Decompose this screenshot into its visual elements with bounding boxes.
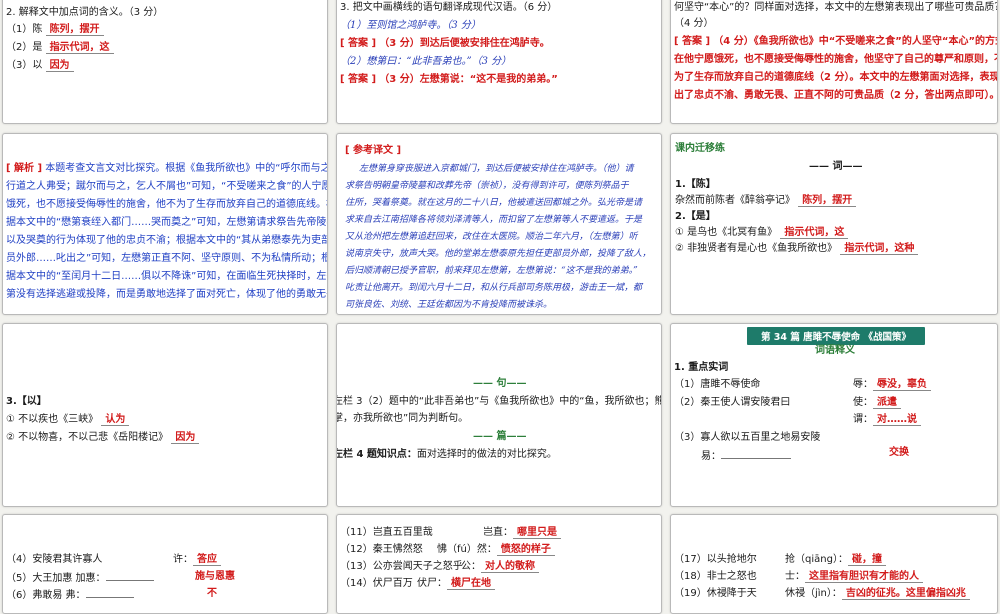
entry-heading: 1.【陈】 (675, 179, 716, 190)
answer: 交换 (889, 447, 909, 458)
vocab-row: （6）弗敢易 弗： (6, 587, 134, 603)
vocab-key: 士： 这里指有胆识有才能的人 (785, 570, 923, 584)
analysis-line: 员外郎……叱出之”可知，左懋第正直不阿、坚守原则、不为私情所动；根 (6, 253, 328, 264)
slide-card-10: （4）安陵君其许寡人 许： 答应 （5）大王加惠 加惠： 施与恩惠 （6）弗敢易 … (2, 514, 328, 614)
translation-line: 住所，哭着祭奠。就在这月的二十八日，他被遣送回都城之外。弘光帝是请 (345, 198, 643, 208)
slide-card-8: —— 句—— 左栏 3（2）题中的“此非吾弟也”与《鱼我所欲也》中的“鱼，我所欲… (336, 323, 662, 507)
answer-line: [ 答案 ] （3 分）到达后便被安排住在鸿胪寺。 (340, 38, 550, 49)
slide-card-12: （17）以头抢地尔 抢（qiāng）： 碰，撞 （18）非士之怒也 士： 这里指有胆… (670, 514, 998, 614)
vocab-row: （13）公亦尝闻天子之怒乎 (340, 561, 463, 572)
vocab-key: 辱： 辱没，辜负 (853, 378, 931, 392)
vocab-key: 抢（qiāng）： 碰，撞 (785, 553, 886, 567)
entry-line: ① 不以疾也《三峡》 认为 (6, 413, 130, 427)
vocab-row: 易： (701, 448, 791, 464)
slide-card-2: 3. 把文中画横线的语句翻译成现代汉语。（6 分） （1）至则馆之鸿胪寺。（3 … (336, 0, 662, 124)
question-heading: 2. 解释文中加点词的含义。（3 分） (6, 7, 164, 18)
vocab-row: （17）以头抢地尔 (674, 554, 757, 565)
analysis-line: 据本文中的“懋第衰绖入都门……哭而奠之”可知，左懋第请求祭告先帝陵墓 (6, 217, 328, 228)
section-subtitle: —— 篇—— (473, 431, 527, 442)
vocab-row: （5）大王加惠 加惠： (6, 570, 154, 586)
question-line: （4 分） (674, 18, 714, 29)
answer: 施与恩惠 (195, 571, 235, 582)
vocab-key: 公： 对人的敬称 (461, 560, 539, 574)
entry-line: 杂然而前陈者《醉翁亭记》 陈列，摆开 (675, 194, 857, 208)
answer: 不 (207, 588, 217, 599)
entry-line: ② 不以物喜，不以己悲《岳阳楼记》 因为 (6, 431, 200, 445)
vocab-row: （3）寡人欲以五百里之地易安陵 (674, 432, 821, 443)
vocab-key: 许： 答应 (173, 553, 221, 567)
answer: 陈列，摆开 (45, 24, 104, 36)
question-line: （2）懋第曰：“此非吾弟也。”（3 分） (340, 56, 512, 67)
entry-heading: 2.【是】 (675, 211, 716, 222)
slide-card-5: [ 参考译文 ] 左懋第身穿丧服进入京都城门，到达后便被安排住在鸿胪寺。（他）请… (336, 133, 662, 315)
text-line: 掌，亦我所欲也”同为判断句。 (336, 413, 469, 424)
section-subtitle: —— 句—— (473, 378, 527, 389)
translation-line: 叱责让他离开。到闰六月十二日，和从行兵部司务陈用极，游击王一斌，都 (345, 283, 643, 293)
translation-line: 求来自去江南招降各将领刘泽清等人，而扣留了左懋第等人不要遣返。于是 (345, 215, 643, 225)
entry-line: ② 非独贤者有是心也《鱼我所欲也》 指示代词，这种 (675, 242, 919, 256)
list-item: （1）陈 陈列，摆开 (6, 23, 104, 37)
answer-line: [ 答案 ] （3 分）左懋第说：“这不是我的弟弟。” (340, 74, 558, 85)
section-title: 课内迁移练 (675, 143, 725, 154)
vocab-row: （4）安陵君其许寡人 (6, 554, 103, 565)
slide-card-9: 第 34 篇 唐雎不辱使命 《战国策》 词语释义 1. 重点实词 （1）唐雎不辱… (670, 323, 998, 507)
entry-line: ① 是鸟也《北冥有鱼》 指示代词，这 (675, 226, 849, 240)
translation-line: 司张良佐、刘统、王廷佐都因为不肯投降而被诛杀。 (345, 300, 553, 310)
text-line: 左栏 4 题知识点：面对选择时的做法的对比探究。 (336, 449, 557, 460)
analysis-line: 以及哭奠的行为体现了他的忠贞不渝；根据本文中的“其从弟懋泰先为吏部 (6, 235, 328, 246)
vocab-row: （19）休祲降于天 (674, 588, 757, 599)
section-subtitle: —— 词—— (809, 161, 863, 172)
vocab-key: 伏尸： 横尸在地 (417, 577, 495, 591)
question-line: 何坚守“本心”的？同样面对选择，本文中的左懋第表现出了哪些可贵品质？ (674, 2, 998, 13)
answer-line: 在他宁愿饿死，也不愿接受侮辱性的施舍，他坚守了自己的尊严和原则，不 (674, 54, 998, 65)
list-item: （2）是 指示代词，这 (6, 41, 114, 55)
translation-line: 又从沧州把左懋第追赶回来，改住在太医院。顺治二年六月，（左懋第）听 (345, 232, 638, 242)
vocab-key: 使： 派遣 (853, 396, 901, 410)
analysis-line: 饿死，也不愿接受侮辱性的施舍，他不为了生存而放弃自己的道德底线。根 (6, 199, 328, 210)
analysis-line: [ 解析 ] 本题考查文言文对比探究。根据《鱼我所欲也》中的“呼尔而与之， (6, 163, 328, 174)
entry-heading: 1. 重点实词 (674, 362, 729, 373)
slide-card-11: （11）岂直五百里哉 岂直： 哪里只是 （12）秦王怫然怒 怫（fú）然： 愤怒的样… (336, 514, 662, 614)
translation-line: 求祭告明朝皇帝陵墓和改葬先帝（崇祯），没有得到许可，便陈列祭品于 (345, 181, 629, 191)
vocab-row: （12）秦王怫然怒 (340, 544, 423, 555)
slide-card-7: 3.【以】 ① 不以疾也《三峡》 认为 ② 不以物喜，不以己悲《岳阳楼记》 因为 (2, 323, 328, 507)
analysis-line: 行道之人弗受；蹴尔而与之，乞人不屑也”可知，“不受嗟来之食”的人宁愿 (6, 181, 328, 192)
vocab-row: （1）唐雎不辱使命 (674, 379, 761, 390)
vocab-row: （18）非士之怒也 (674, 571, 757, 582)
vocab-key: 岂直： 哪里只是 (483, 526, 561, 540)
answer-line: 出了忠贞不渝、勇敢无畏、正直不阿的可贵品质（2 分，答出两点即可）。 (674, 90, 998, 101)
answer-line: 为了生存而放弃自己的道德底线（2 分）。本文中的左懋第面对选择，表现 (674, 72, 998, 83)
vocab-key: 休祲（jìn）： 吉凶的征兆。这里偏指凶兆 (785, 587, 970, 601)
vocab-key: 谓： 对……说 (853, 413, 921, 427)
slide-card-3: 何坚守“本心”的？同样面对选择，本文中的左懋第表现出了哪些可贵品质？ （4 分）… (670, 0, 998, 124)
translation-line: 说南京失守，放声大哭。他的堂弟左懋泰原先担任吏部员外郎，投降了敌人， (345, 249, 652, 259)
translation-line: 左懋第身穿丧服进入京都城门，到达后便被安排住在鸿胪寺。（他）请 (359, 164, 634, 174)
chapter-banner: 第 34 篇 唐雎不辱使命 《战国策》 (747, 327, 925, 345)
slide-card-4: [ 解析 ] 本题考查文言文对比探究。根据《鱼我所欲也》中的“呼尔而与之， 行道… (2, 133, 328, 315)
question-line: （1）至则馆之鸿胪寺。（3 分） (340, 20, 481, 31)
question-heading: 3. 把文中画横线的语句翻译成现代汉语。（6 分） (340, 2, 558, 13)
vocab-row: （14）伏尸百万 (340, 578, 413, 589)
answer: 指示代词，这 (45, 42, 114, 54)
vocab-row: （11）岂直五百里哉 (340, 527, 433, 538)
entry-heading: 3.【以】 (6, 396, 47, 407)
section-title: 词语释义 (815, 345, 855, 356)
translation-line: 后归顺清朝已授予官职，前来拜见左懋第，左懋第说：“这不是我的弟弟。” (345, 266, 638, 276)
slide-card-6: 课内迁移练 —— 词—— 1.【陈】 杂然而前陈者《醉翁亭记》 陈列，摆开 2.… (670, 133, 998, 315)
answer: 因为 (45, 60, 74, 72)
text-line: 左栏 3（2）题中的“此非吾弟也”与《鱼我所欲也》中的“鱼，我所欲也；熊 (336, 396, 662, 407)
vocab-key: 怫（fú）然： 愤怒的样子 (437, 543, 555, 557)
analysis-line: 据本文中的“至闰月十二日……俱以不降诛”可知，在面临生死抉择时，左懋 (6, 271, 328, 282)
answer-line: [ 答案 ] （4 分）《鱼我所欲也》中“不受嗟来之食”的人坚守“本心”的方式 (674, 36, 998, 47)
section-title: [ 参考译文 ] (345, 145, 402, 156)
analysis-line: 第没有选择逃避或投降，而是勇敢地选择了面对死亡，体现了他的勇敢无畏。 (6, 289, 328, 300)
list-item: （3）以 因为 (6, 59, 74, 73)
vocab-row: （2）秦王使人谓安陵君曰 (674, 397, 791, 408)
slide-card-1: 2. 解释文中加点词的含义。（3 分） （1）陈 陈列，摆开 （2）是 指示代词… (2, 0, 328, 124)
